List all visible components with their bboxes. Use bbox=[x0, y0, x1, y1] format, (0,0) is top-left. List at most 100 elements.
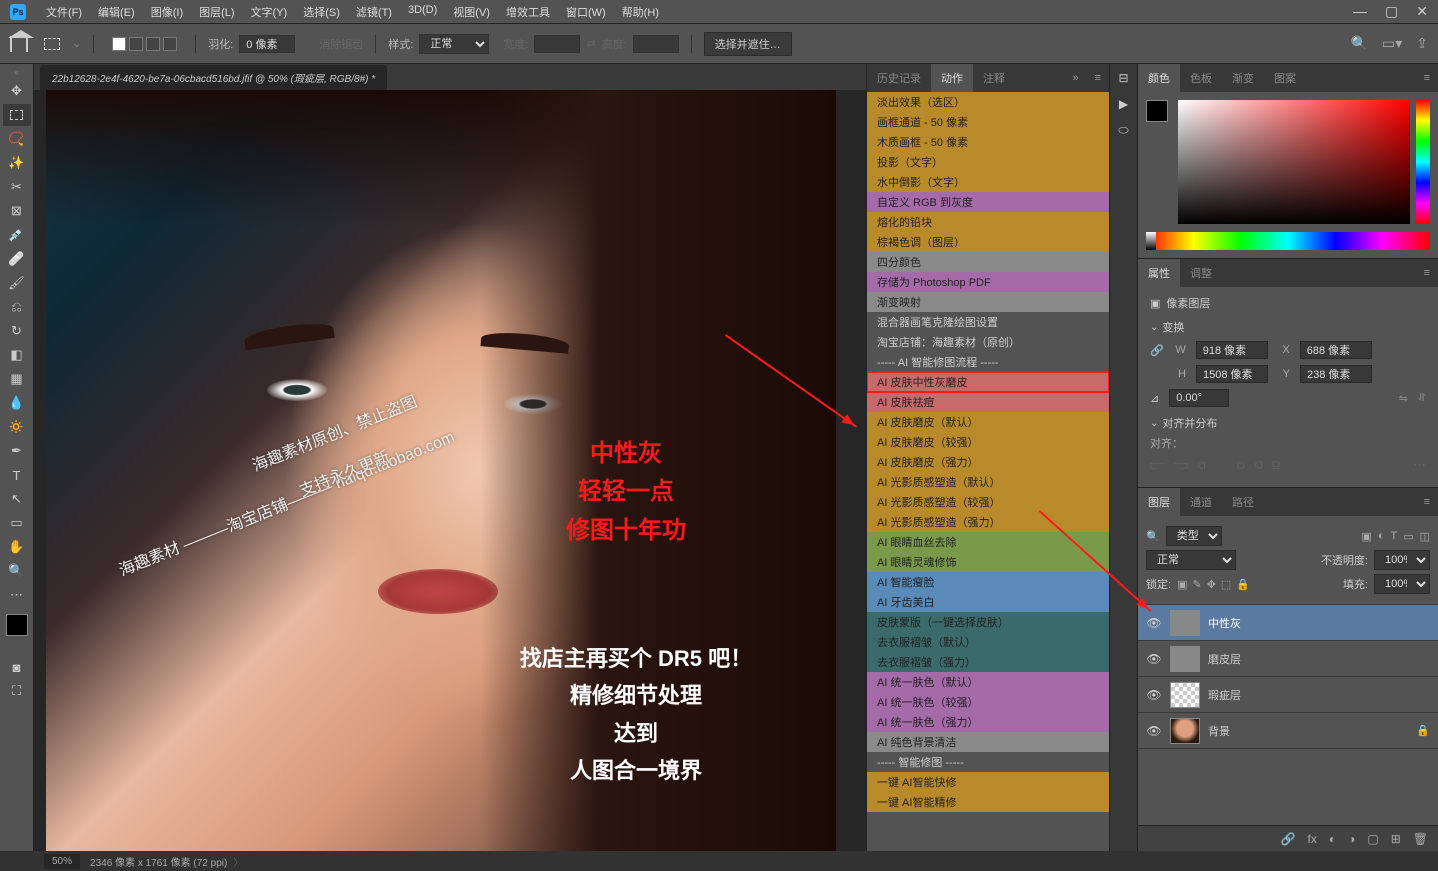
tab-comments[interactable]: 注释 bbox=[973, 64, 1015, 92]
action-item[interactable]: AI 牙齿美白 bbox=[867, 592, 1109, 612]
dodge-tool[interactable]: 🔅 bbox=[3, 416, 31, 438]
wand-tool[interactable]: ✨ bbox=[3, 152, 31, 174]
action-item[interactable]: AI 皮肤中性灰磨皮 bbox=[867, 372, 1109, 392]
action-item[interactable]: 木质画框 - 50 像素 bbox=[867, 132, 1109, 152]
expand-icon[interactable]: ⊟ bbox=[1115, 70, 1133, 86]
lasso-tool[interactable]: 📿 bbox=[3, 128, 31, 150]
action-item[interactable]: 淘宝店铺：海趣素材（原创） bbox=[867, 332, 1109, 352]
menu-item[interactable]: 文件(F) bbox=[38, 4, 90, 20]
type-tool[interactable]: T bbox=[3, 464, 31, 486]
blend-mode-select[interactable]: 正常 bbox=[1146, 550, 1236, 570]
select-and-mask-button[interactable]: 选择并遮住… bbox=[704, 32, 792, 56]
mask-icon[interactable]: ◐ bbox=[1329, 832, 1336, 846]
eyedropper-tool[interactable]: 💉 bbox=[3, 224, 31, 246]
panel-collapse-icon[interactable]: » bbox=[1064, 72, 1086, 84]
stamp-tool[interactable]: ⎌ bbox=[3, 296, 31, 318]
action-item[interactable]: AI 统一肤色（强力） bbox=[867, 712, 1109, 732]
visibility-icon[interactable]: 👁 bbox=[1146, 724, 1162, 738]
action-item[interactable]: 熔化的铅块 bbox=[867, 212, 1109, 232]
healing-tool[interactable]: 🩹 bbox=[3, 248, 31, 270]
crop-tool[interactable]: ✂ bbox=[3, 176, 31, 198]
panel-menu-icon[interactable]: ≡ bbox=[1416, 496, 1438, 508]
blur-tool[interactable]: 💧 bbox=[3, 392, 31, 414]
hue-slider[interactable] bbox=[1416, 100, 1430, 224]
action-item[interactable]: AI 智能瘦脸 bbox=[867, 572, 1109, 592]
tab-layers[interactable]: 图层 bbox=[1138, 488, 1180, 516]
tab-channels[interactable]: 通道 bbox=[1180, 488, 1222, 516]
frame-tool[interactable]: ⊠ bbox=[3, 200, 31, 222]
transform-section[interactable]: 变换 bbox=[1150, 319, 1426, 335]
fx-icon[interactable]: fx bbox=[1308, 832, 1317, 846]
spectrum-strip[interactable] bbox=[1146, 232, 1430, 250]
tab-history[interactable]: 历史记录 bbox=[867, 64, 931, 92]
layer-row[interactable]: 👁瑕疵层 bbox=[1138, 677, 1438, 713]
action-item[interactable]: AI 皮肤磨皮（默认） bbox=[867, 412, 1109, 432]
filter-icon[interactable]: 🔍 bbox=[1146, 530, 1160, 543]
hand-tool[interactable]: ✋ bbox=[3, 536, 31, 558]
action-item[interactable]: 淡出效果（选区） bbox=[867, 92, 1109, 112]
action-item[interactable]: 混合器画笔克隆绘图设置 bbox=[867, 312, 1109, 332]
menu-item[interactable]: 编辑(E) bbox=[90, 4, 143, 20]
action-item[interactable]: AI 皮肤磨皮（强力） bbox=[867, 452, 1109, 472]
workspace-icon[interactable]: ▭▾ bbox=[1382, 35, 1402, 52]
action-item[interactable]: 一键 AI智能快修 bbox=[867, 772, 1109, 792]
new-layer-icon[interactable]: ⊞ bbox=[1391, 832, 1401, 846]
eraser-tool[interactable]: ◧ bbox=[3, 344, 31, 366]
lock-icons[interactable]: ▣✎✥⬚🔒 bbox=[1177, 578, 1250, 591]
search-icon[interactable]: 🔍 bbox=[1351, 35, 1368, 52]
layer-row[interactable]: 👁中性灰 bbox=[1138, 605, 1438, 641]
action-item[interactable]: 去衣服褶皱（强力） bbox=[867, 652, 1109, 672]
delete-icon[interactable]: 🗑 bbox=[1413, 832, 1428, 846]
document-tab[interactable]: 22b12628-2e4f-4620-be7a-06cbacd516bd.jfi… bbox=[40, 65, 387, 90]
action-item[interactable]: 四分颜色 bbox=[867, 252, 1109, 272]
action-item[interactable]: 自定义 RGB 到灰度 bbox=[867, 192, 1109, 212]
action-item[interactable]: 存储为 Photoshop PDF bbox=[867, 272, 1109, 292]
action-item[interactable]: AI 光影质感塑造（强力） bbox=[867, 512, 1109, 532]
link-layers-icon[interactable]: 🔗 bbox=[1281, 832, 1296, 846]
menu-item[interactable]: 图层(L) bbox=[191, 4, 242, 20]
zoom-tool[interactable]: 🔍 bbox=[3, 560, 31, 582]
screenmode-tool[interactable]: ⛶ bbox=[3, 680, 31, 702]
width-input[interactable] bbox=[1196, 341, 1268, 359]
fg-bg-swatch[interactable] bbox=[6, 614, 28, 636]
action-item[interactable]: AI 光影质感塑造（较强） bbox=[867, 492, 1109, 512]
action-item[interactable]: 棕褐色调（图层） bbox=[867, 232, 1109, 252]
menu-item[interactable]: 增效工具 bbox=[498, 4, 558, 20]
align-section[interactable]: 对齐并分布 bbox=[1150, 415, 1426, 431]
layer-row[interactable]: 👁磨皮层 bbox=[1138, 641, 1438, 677]
home-icon[interactable] bbox=[10, 36, 28, 52]
action-item[interactable]: 水中倒影（文字） bbox=[867, 172, 1109, 192]
tab-swatches[interactable]: 色板 bbox=[1180, 64, 1222, 92]
history-brush-tool[interactable]: ↻ bbox=[3, 320, 31, 342]
action-item[interactable]: 投影（文字） bbox=[867, 152, 1109, 172]
minimize-button[interactable]: — bbox=[1353, 3, 1367, 20]
menu-item[interactable]: 视图(V) bbox=[445, 4, 498, 20]
tab-paths[interactable]: 路径 bbox=[1222, 488, 1264, 516]
style-select[interactable]: 正常 bbox=[419, 34, 489, 54]
flip-h-icon[interactable]: ⇋ bbox=[1399, 392, 1408, 405]
selection-mode-icons[interactable] bbox=[112, 37, 177, 51]
tab-actions[interactable]: 动作 bbox=[931, 64, 973, 92]
action-item[interactable]: AI 眼睛灵魂修饰 bbox=[867, 552, 1109, 572]
align-buttons[interactable]: ⫍⫎⫏⫐⫑⫒⋯ bbox=[1150, 457, 1426, 473]
angle-input[interactable] bbox=[1169, 389, 1229, 407]
opacity-select[interactable]: 100% bbox=[1374, 550, 1430, 570]
menu-item[interactable]: 窗口(W) bbox=[558, 4, 614, 20]
action-item[interactable]: 去衣服褶皱（默认） bbox=[867, 632, 1109, 652]
canvas[interactable]: 海趣素材 ———淘宝店铺——— haiqu.taobao.com 海趣素材原创、… bbox=[46, 90, 836, 851]
menu-item[interactable]: 选择(S) bbox=[295, 4, 348, 20]
marquee-tool[interactable] bbox=[3, 104, 31, 126]
menu-item[interactable]: 3D(D) bbox=[400, 4, 445, 20]
share-icon[interactable]: ⇪ bbox=[1416, 35, 1428, 52]
zoom-field[interactable]: 50% bbox=[44, 854, 80, 869]
record-icon[interactable]: ⬭ bbox=[1115, 122, 1133, 138]
action-item[interactable]: 渐变映射 bbox=[867, 292, 1109, 312]
panel-menu-icon[interactable]: ≡ bbox=[1087, 72, 1109, 84]
shape-tool[interactable]: ▭ bbox=[3, 512, 31, 534]
action-item[interactable]: 皮肤蒙版（一键选择皮肤） bbox=[867, 612, 1109, 632]
visibility-icon[interactable]: 👁 bbox=[1146, 652, 1162, 666]
maximize-button[interactable]: ▢ bbox=[1385, 3, 1398, 20]
filter-kind-select[interactable]: 类型 bbox=[1166, 526, 1222, 546]
fill-select[interactable]: 100% bbox=[1374, 574, 1430, 594]
path-tool[interactable]: ↖ bbox=[3, 488, 31, 510]
